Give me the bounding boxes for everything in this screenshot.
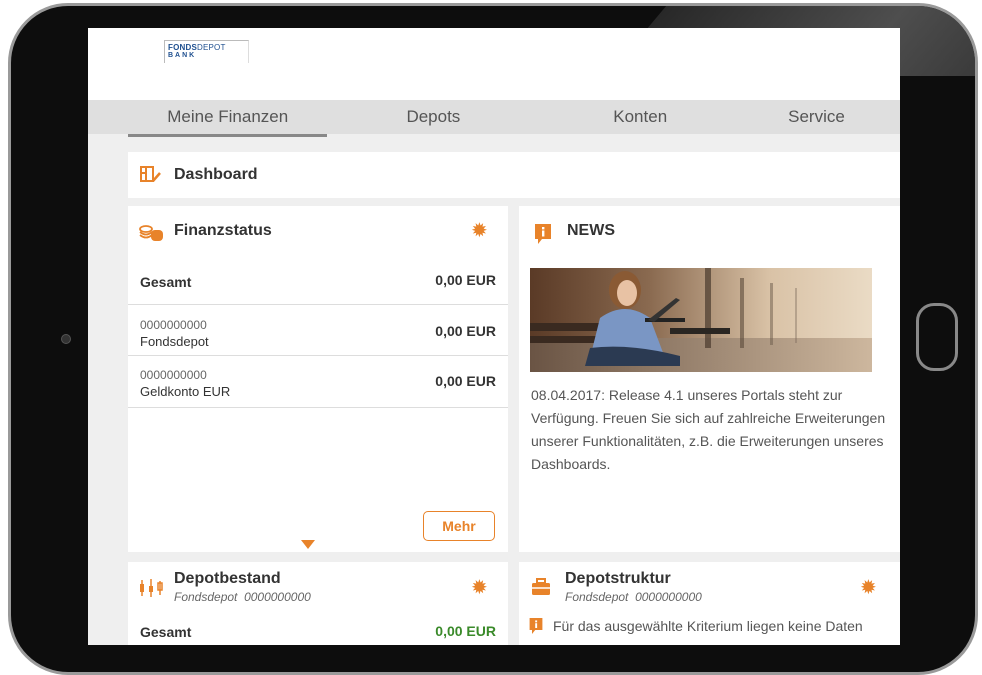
logo-line2: BANK <box>168 52 197 59</box>
account-number: 0000000000 <box>140 318 207 332</box>
account-value: 0,00 EUR <box>435 323 496 339</box>
news-card: NEWS 08.04.2017: Release 4.1 unseres Por… <box>519 206 900 552</box>
depot-number: 0000000000 <box>635 590 702 604</box>
account-row-geldkonto[interactable]: 0000000000 Geldkonto EUR 0,00 EUR <box>128 356 508 408</box>
depot-type: Fondsdepot <box>565 590 629 604</box>
depotstruktur-card: Depotstruktur Fondsdepot 0000000000 ✹ Fü… <box>519 562 900 645</box>
depot-number: 0000000000 <box>244 590 311 604</box>
briefcase-icon <box>532 578 550 595</box>
dashboard-header: Dashboard <box>128 152 900 198</box>
tab-meine-finanzen[interactable]: Meine Finanzen <box>128 100 328 137</box>
finanzstatus-gear-icon[interactable]: ✹ <box>471 221 488 241</box>
tab-service[interactable]: Service <box>788 100 900 134</box>
depotstruktur-notice: Für das ausgewählte Kriterium liegen kei… <box>553 618 863 634</box>
depotbestand-subtitle: Fondsdepot 0000000000 <box>174 590 311 604</box>
depotbestand-total-label: Gesamt <box>140 624 192 640</box>
header: FONDSDEPOT BANK <box>88 28 900 100</box>
total-value: 0,00 EUR <box>435 272 496 288</box>
news-title: NEWS <box>567 222 615 239</box>
finanzstatus-total-row: Gesamt 0,00 EUR <box>128 256 508 305</box>
logo-line1-bold: FONDS <box>168 43 197 52</box>
tab-depots[interactable]: Depots <box>377 100 489 134</box>
home-button[interactable] <box>916 303 958 371</box>
mehr-button[interactable]: Mehr <box>423 511 495 541</box>
tab-konten[interactable]: Konten <box>584 100 696 134</box>
finanzstatus-title: Finanzstatus <box>174 222 272 239</box>
expand-arrow-icon[interactable] <box>301 540 315 549</box>
candlestick-icon <box>140 579 163 597</box>
coins-icon <box>139 225 163 241</box>
info-icon <box>535 224 551 244</box>
news-text: 08.04.2017: Release 4.1 unseres Portals … <box>531 387 886 472</box>
depotstruktur-subtitle: Fondsdepot 0000000000 <box>565 590 702 604</box>
camera-icon <box>61 334 71 344</box>
fondsdepot-bank-logo[interactable]: FONDSDEPOT BANK <box>164 40 249 63</box>
account-name: Fondsdepot <box>140 334 209 349</box>
news-image[interactable] <box>530 268 872 372</box>
account-value: 0,00 EUR <box>435 373 496 389</box>
depotbestand-card: Depotbestand Fondsdepot 0000000000 ✹ Ges… <box>128 562 508 645</box>
info-icon <box>529 618 543 634</box>
depotstruktur-title: Depotstruktur <box>565 570 671 587</box>
depotbestand-total-value: 0,00 EUR <box>435 623 496 639</box>
depot-type: Fondsdepot <box>174 590 238 604</box>
dashboard-edit-icon <box>140 166 161 182</box>
depotstruktur-gear-icon[interactable]: ✹ <box>860 578 877 598</box>
finanzstatus-card: Finanzstatus ✹ Gesamt 0,00 EUR 000000000… <box>128 206 508 552</box>
depotbestand-gear-icon[interactable]: ✹ <box>471 578 488 598</box>
account-name: Geldkonto EUR <box>140 384 231 399</box>
logo-line1-rest: DEPOT <box>197 43 226 52</box>
account-number: 0000000000 <box>140 368 207 382</box>
depotbestand-title: Depotbestand <box>174 570 281 587</box>
account-row-fondsdepot[interactable]: 0000000000 Fondsdepot 0,00 EUR <box>128 305 508 356</box>
total-label: Gesamt <box>140 274 192 290</box>
main-nav: Meine Finanzen Depots Konten Service <box>88 100 900 137</box>
screen: FONDSDEPOT BANK Meine Finanzen Depots Ko… <box>88 28 900 645</box>
dashboard-title: Dashboard <box>174 166 258 183</box>
